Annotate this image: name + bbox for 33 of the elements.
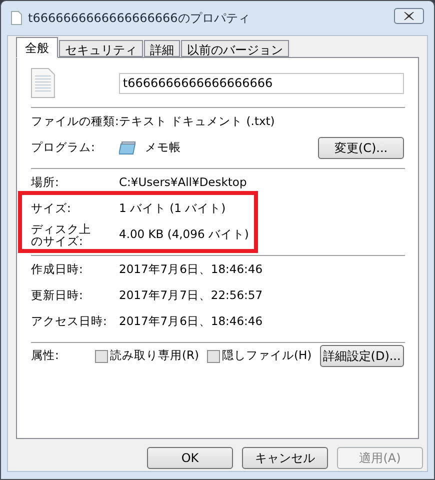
document-icon	[11, 11, 22, 25]
file-name-field[interactable]: t6666666666666666666	[118, 72, 404, 94]
close-button[interactable]	[394, 8, 424, 24]
field-label: ディスク上のサイズ:	[31, 223, 92, 247]
field-label: 属性:	[31, 347, 60, 364]
close-icon	[404, 12, 414, 20]
tab[interactable]: 詳細	[144, 40, 180, 57]
field-label: ファイルの種類:	[31, 113, 119, 130]
checkbox[interactable]: 読み取り専用(R)	[95, 347, 199, 365]
checkbox[interactable]: 隠しファイル(H)	[206, 347, 312, 365]
field-value: 2017年7月6日、18:46:46	[119, 313, 263, 330]
field-value: 2017年7月6日、18:46:46	[119, 261, 263, 278]
field-value: テキスト ドキュメント (.txt)	[119, 113, 275, 130]
dialog-button[interactable]: キャンセル	[242, 447, 328, 469]
tab[interactable]: 全般	[16, 37, 58, 58]
text-file-icon	[31, 68, 55, 98]
change-button[interactable]: 変更(C)...	[318, 137, 404, 159]
window-title: t6666666666666666666のプロパティ	[28, 10, 250, 27]
tab[interactable]: 以前のバージョン	[181, 40, 289, 57]
field-value: 4.00 KB (4,096 バイト)	[119, 226, 249, 244]
field-label: 作成日時:	[31, 261, 83, 278]
field-label: 場所:	[31, 174, 59, 192]
field-label: アクセス日時:	[31, 313, 107, 330]
field-label: 更新日時:	[31, 287, 83, 304]
advanced-button[interactable]: 詳細設定(D)...	[320, 345, 404, 367]
field-value: 2017年7月7日、22:56:57	[119, 287, 263, 304]
dialog-button[interactable]: OK	[147, 447, 233, 469]
field-label: サイズ:	[31, 200, 71, 218]
field-value: 1 バイト (1 バイト)	[119, 200, 226, 218]
field-value: C:¥Users¥All¥Desktop	[119, 174, 247, 192]
tab[interactable]: セキュリティ	[59, 40, 143, 57]
field-value: メモ帳	[145, 139, 181, 156]
field-label: プログラム:	[31, 139, 95, 156]
